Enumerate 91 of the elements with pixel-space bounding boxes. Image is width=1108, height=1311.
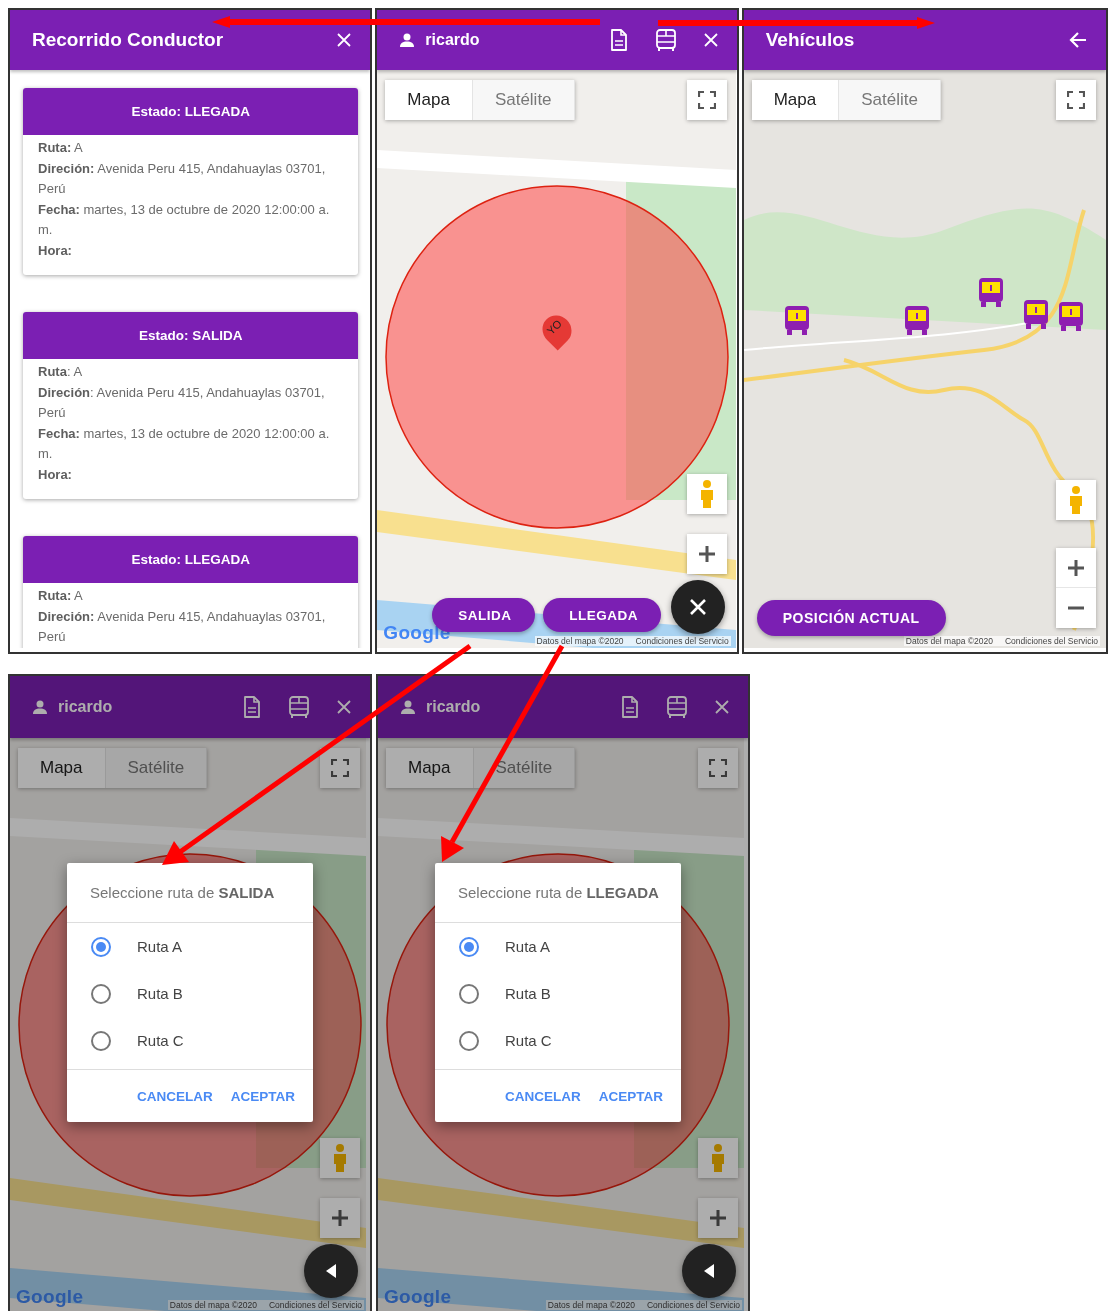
status-header: Estado: LLEGADA	[23, 536, 359, 583]
fullscreen-icon	[697, 91, 716, 109]
person-icon	[400, 699, 416, 715]
map-type-tab[interactable]: Mapa	[18, 748, 106, 788]
close-icon[interactable]	[702, 32, 719, 48]
pegman-icon	[1068, 485, 1084, 515]
map-type-tab[interactable]: Mapa	[751, 80, 840, 120]
map-attribution: Datos del mapa ©2020	[547, 1300, 635, 1310]
pegman-icon	[698, 479, 715, 509]
plus-icon	[331, 1209, 349, 1227]
map-attribution: Datos del mapa ©2020	[169, 1300, 257, 1310]
close-icon[interactable]	[336, 32, 353, 48]
status-header: Estado: LLEGADA	[23, 88, 359, 135]
route-option-label[interactable]: Ruta B	[137, 985, 183, 1002]
bus-marker-icon[interactable]	[782, 304, 811, 336]
close-icon[interactable]	[336, 699, 352, 715]
route-option-label[interactable]: Ruta A	[137, 938, 183, 955]
pegman-icon	[332, 1143, 348, 1173]
fullscreen-button[interactable]	[1056, 80, 1096, 120]
record-detail: Fecha: martes, 13 de octubre de 2020 12:00:00 a. m.	[38, 424, 331, 463]
fullscreen-button[interactable]	[686, 80, 727, 120]
record-detail: Hora:	[38, 465, 73, 484]
map-type-tab[interactable]: Satélite	[472, 80, 575, 120]
bus-marker-icon[interactable]	[1021, 298, 1050, 330]
map-attribution: Datos del mapa ©2020	[536, 636, 624, 646]
radio-button[interactable]	[459, 983, 479, 1004]
document-icon[interactable]	[620, 695, 640, 719]
user-name: ricardo	[425, 31, 480, 49]
pegman-icon	[710, 1143, 726, 1173]
close-icon	[688, 598, 707, 616]
person-icon	[399, 32, 416, 48]
record-detail: Ruta: A	[38, 587, 84, 605]
fullscreen-icon	[709, 759, 727, 777]
current-position-button[interactable]: POSICIÓN ACTUAL	[756, 600, 946, 636]
map-type-tab[interactable]: Mapa	[385, 80, 473, 120]
zoom-in-button[interactable]	[698, 1198, 738, 1238]
record-detail: Hora:	[38, 241, 73, 260]
map-type-tab[interactable]: Satélite	[839, 80, 941, 120]
fullscreen-icon	[331, 759, 349, 777]
close-icon[interactable]	[714, 699, 730, 715]
map-attribution: Condiciones del Servicio	[646, 1300, 740, 1310]
record-detail: Ruta: A	[38, 139, 84, 157]
zoom-in-button[interactable]	[686, 534, 727, 574]
triangle-left-icon	[325, 1263, 337, 1279]
record-detail: Fecha: martes, 13 de octubre de 2020 12:00:00 a. m.	[38, 200, 331, 239]
document-icon[interactable]	[242, 695, 262, 719]
dialog-title: Seleccione ruta de LLEGADA	[458, 884, 659, 901]
route-option-label[interactable]: Ruta B	[505, 985, 551, 1002]
plus-icon	[709, 1209, 727, 1227]
screen-title: Recorrido Conductor	[32, 29, 225, 51]
map-attribution: Datos del mapa ©2020	[905, 636, 993, 646]
map-logo: Google	[16, 1286, 84, 1308]
bus-icon[interactable]	[288, 695, 310, 719]
zoom-in-button[interactable]	[1056, 548, 1096, 588]
fullscreen-button[interactable]	[698, 748, 738, 788]
route-option-label[interactable]: Ruta C	[505, 1032, 552, 1049]
bus-marker-icon[interactable]	[902, 304, 931, 336]
route-option-label[interactable]: Ruta C	[137, 1032, 184, 1049]
radio-button[interactable]	[459, 1030, 479, 1051]
radio-button[interactable]	[91, 983, 111, 1004]
fullscreen-icon	[1067, 91, 1085, 109]
record-detail: Ruta: A	[38, 363, 84, 381]
dialog-title: Seleccione ruta de SALIDA	[90, 884, 275, 901]
bus-marker-icon[interactable]	[1056, 300, 1085, 332]
route-option-label[interactable]: Ruta A	[505, 938, 551, 955]
status-header: Estado: SALIDA	[23, 312, 359, 359]
action-button[interactable]: LLEGADA	[543, 598, 662, 632]
radio-button[interactable]	[459, 936, 479, 957]
user-name: ricardo	[58, 698, 113, 716]
plus-icon	[1067, 558, 1085, 577]
map-attribution: Condiciones del Servicio	[268, 1300, 362, 1310]
person-icon	[32, 699, 48, 715]
document-icon[interactable]	[608, 28, 629, 52]
map-type-tab[interactable]: Mapa	[386, 748, 474, 788]
triangle-left-icon	[703, 1263, 715, 1279]
plus-icon	[697, 545, 716, 563]
radio-button[interactable]	[91, 1030, 111, 1051]
zoom-in-button[interactable]	[320, 1198, 360, 1238]
map-attribution: Condiciones del Servicio	[1004, 636, 1098, 646]
map-logo: Google	[384, 1286, 452, 1308]
back-arrow-icon[interactable]	[1068, 30, 1088, 50]
radio-button[interactable]	[91, 936, 111, 957]
record-detail: Direción: Avenida Peru 415, Andahuaylas 03701, Perú	[38, 607, 327, 646]
bus-icon[interactable]	[666, 695, 688, 719]
map-attribution: Condiciones del Servicio	[635, 636, 729, 646]
bus-marker-icon[interactable]	[976, 276, 1005, 308]
user-name: ricardo	[426, 698, 481, 716]
screen-title: Vehículos	[765, 29, 856, 51]
bus-icon[interactable]	[654, 28, 677, 52]
minus-icon	[1067, 606, 1085, 610]
fullscreen-button[interactable]	[320, 748, 360, 788]
